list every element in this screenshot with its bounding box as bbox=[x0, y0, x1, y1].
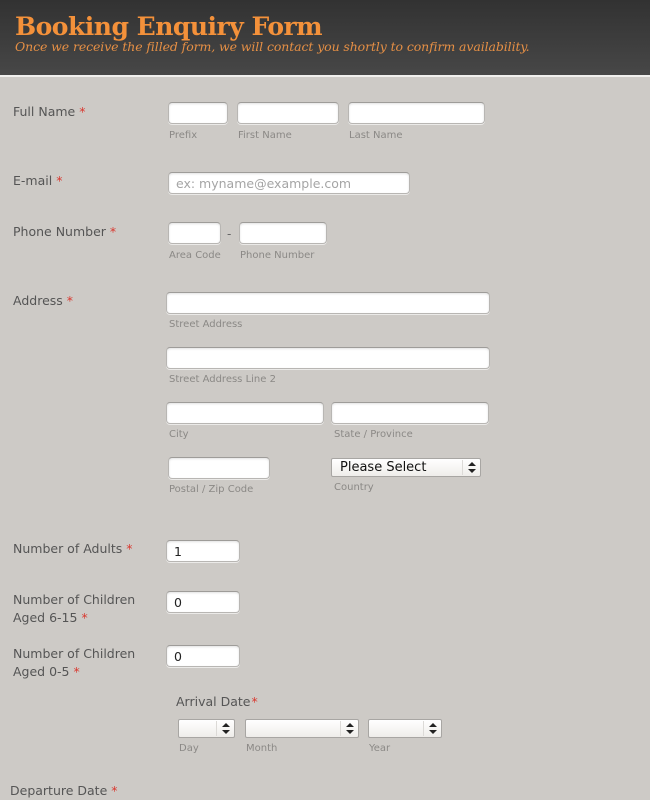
city-sublabel: City bbox=[169, 429, 189, 440]
required-asterisk: * bbox=[251, 694, 258, 709]
arrival-date-label: Arrival Date* bbox=[176, 693, 258, 711]
arrival-day-select[interactable] bbox=[178, 719, 235, 738]
phone-label: Phone Number * bbox=[13, 223, 116, 241]
country-sublabel: Country bbox=[334, 482, 374, 493]
last-name-input[interactable] bbox=[348, 102, 485, 124]
full-name-label-text: Full Name bbox=[13, 104, 76, 119]
phone-label-text: Phone Number bbox=[13, 224, 106, 239]
arrival-day-sublabel: Day bbox=[179, 743, 199, 754]
city-input[interactable] bbox=[166, 402, 324, 424]
email-label-text: E-mail bbox=[13, 173, 53, 188]
street-address-line2-input[interactable] bbox=[166, 347, 490, 369]
street-address-input[interactable] bbox=[166, 292, 490, 314]
last-name-sublabel: Last Name bbox=[349, 130, 403, 141]
children-6-15-input[interactable] bbox=[166, 591, 240, 613]
arrival-year-select[interactable] bbox=[368, 719, 442, 738]
arrival-month-sublabel: Month bbox=[246, 743, 278, 754]
required-asterisk: * bbox=[111, 783, 118, 798]
address-label-text: Address bbox=[13, 293, 63, 308]
children-6-15-label: Number of Children Aged 6-15 * bbox=[13, 591, 135, 627]
required-asterisk: * bbox=[56, 173, 63, 188]
children-0-5-label-line1: Number of Children bbox=[13, 646, 136, 661]
required-asterisk: * bbox=[73, 664, 80, 679]
form-header: Booking Enquiry Form Once we receive the… bbox=[0, 0, 650, 77]
select-arrows-icon bbox=[462, 460, 480, 475]
phone-number-input[interactable] bbox=[239, 222, 327, 244]
select-arrows-icon bbox=[340, 721, 358, 736]
select-arrows-icon bbox=[423, 721, 441, 736]
country-select[interactable]: Please Select bbox=[331, 458, 481, 477]
required-asterisk: * bbox=[79, 104, 86, 119]
form-title: Booking Enquiry Form bbox=[15, 12, 323, 41]
country-selected-value: Please Select bbox=[340, 460, 427, 475]
email-label: E-mail * bbox=[13, 172, 62, 190]
street-address-line2-sublabel: Street Address Line 2 bbox=[169, 374, 276, 385]
phone-number-sublabel: Phone Number bbox=[240, 250, 315, 261]
children-0-5-label: Number of Children Aged 0-5 * bbox=[13, 645, 135, 681]
departure-date-label: Departure Date * bbox=[10, 782, 118, 800]
phone-separator: - bbox=[227, 227, 232, 241]
children-6-15-label-line1: Number of Children bbox=[13, 592, 136, 607]
required-asterisk: * bbox=[81, 610, 88, 625]
required-asterisk: * bbox=[109, 224, 117, 239]
state-province-sublabel: State / Province bbox=[334, 429, 413, 440]
adults-label-text: Number of Adults bbox=[13, 541, 123, 556]
select-arrows-icon bbox=[216, 721, 234, 736]
email-input[interactable] bbox=[168, 172, 410, 194]
arrival-month-select[interactable] bbox=[245, 719, 359, 738]
postal-code-input[interactable] bbox=[168, 457, 270, 479]
state-province-input[interactable] bbox=[331, 402, 489, 424]
area-code-sublabel: Area Code bbox=[169, 250, 221, 261]
prefix-sublabel: Prefix bbox=[169, 130, 198, 141]
children-6-15-label-line2: Aged 6-15 bbox=[13, 610, 78, 625]
address-label: Address * bbox=[13, 292, 73, 310]
adults-input[interactable] bbox=[166, 540, 240, 562]
area-code-input[interactable] bbox=[168, 222, 221, 244]
form-subtitle: Once we receive the filled form, we will… bbox=[15, 39, 530, 54]
postal-code-sublabel: Postal / Zip Code bbox=[169, 484, 254, 495]
children-0-5-label-line2: Aged 0-5 bbox=[13, 664, 70, 679]
arrival-date-label-text: Arrival Date bbox=[176, 694, 251, 709]
departure-date-label-text: Departure Date bbox=[10, 783, 108, 798]
first-name-input[interactable] bbox=[237, 102, 339, 124]
required-asterisk: * bbox=[126, 541, 133, 556]
arrival-year-sublabel: Year bbox=[369, 743, 391, 754]
full-name-label: Full Name * bbox=[13, 103, 85, 121]
first-name-sublabel: First Name bbox=[238, 130, 292, 141]
prefix-input[interactable] bbox=[168, 102, 228, 124]
required-asterisk: * bbox=[66, 293, 74, 308]
children-0-5-input[interactable] bbox=[166, 645, 240, 667]
street-address-sublabel: Street Address bbox=[169, 319, 243, 330]
adults-label: Number of Adults * bbox=[13, 540, 133, 558]
